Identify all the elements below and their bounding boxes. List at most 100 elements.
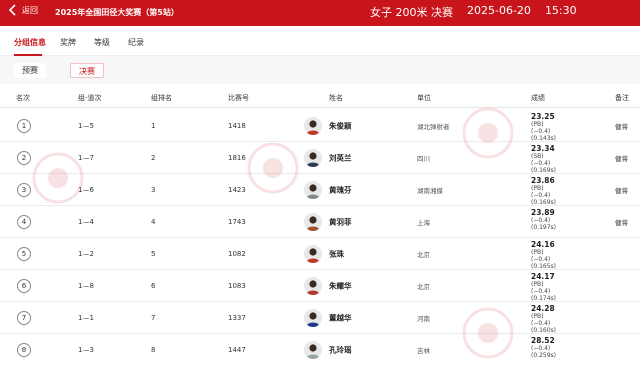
race-time: 15:30 xyxy=(544,4,577,17)
person-icon xyxy=(304,340,322,359)
tab-medals[interactable]: 奖牌 xyxy=(60,37,76,48)
tab-preliminary[interactable]: 预赛 xyxy=(14,63,46,78)
round-tabs: 预赛 决赛 xyxy=(0,56,640,84)
avatar[interactable] xyxy=(304,212,322,231)
avatar[interactable] xyxy=(304,148,322,167)
avatar[interactable] xyxy=(304,276,322,295)
heat-lane: 1—6 xyxy=(78,185,94,194)
remark: 健将 xyxy=(615,154,628,163)
result-time: 28.52 xyxy=(531,336,555,345)
result-block: 24.28 (PB) (−0.4) (0.160s) xyxy=(531,304,556,334)
rank-badge: 4 xyxy=(17,214,31,229)
athlete-unit: 上海 xyxy=(417,218,430,227)
athlete-unit: 湖南湘媒 xyxy=(417,186,443,195)
col-heat-lane: 组-道次 xyxy=(78,94,102,102)
tab-grades[interactable]: 等级 xyxy=(94,37,110,48)
col-rank: 名次 xyxy=(16,94,30,102)
bib-number: 1423 xyxy=(228,185,246,194)
back-button[interactable]: 返回 xyxy=(8,4,38,16)
bib-number: 1447 xyxy=(228,345,246,354)
result-time: 23.89 xyxy=(531,208,555,217)
table-row[interactable]: 3 1—6 3 1423 黄瑰芬 湖南湘媒 23.86 (PB) (−0.4) … xyxy=(0,174,640,206)
athlete-unit: 湖北弹射者 xyxy=(417,122,450,131)
result-block: 24.16 (PB) (−0.4) (0.165s) xyxy=(531,240,556,270)
table-row[interactable]: 1 1—5 1 1418 朱俊颖 湖北弹射者 23.25 (PB) (−0.4)… xyxy=(0,110,640,142)
col-remark: 备注 xyxy=(615,94,629,102)
table-row[interactable]: 7 1—1 7 1337 董越华 河南 24.28 (PB) (−0.4) (0… xyxy=(0,302,640,334)
athlete-name[interactable]: 孔玲瑶 xyxy=(329,344,352,355)
result-block: 23.34 (SB) (−0.4) (0.169s) xyxy=(531,144,556,174)
person-icon xyxy=(304,212,322,231)
result-time: 24.17 xyxy=(531,272,555,281)
result-time: 23.34 xyxy=(531,144,555,153)
result-tag: (PB) xyxy=(531,121,544,128)
result-time: 23.86 xyxy=(531,176,555,185)
rank-badge: 3 xyxy=(17,182,31,197)
person-icon xyxy=(304,308,322,327)
result-reaction: (0.259s) xyxy=(531,352,556,359)
avatar[interactable] xyxy=(304,180,322,199)
heat-rank: 2 xyxy=(151,153,156,162)
heat-rank: 8 xyxy=(151,345,156,354)
person-icon xyxy=(304,244,322,263)
avatar[interactable] xyxy=(304,116,322,135)
table-row[interactable]: 8 1—3 8 1447 孔玲瑶 吉林 28.52 (−0.4) (0.259s… xyxy=(0,334,640,365)
bib-number: 1083 xyxy=(228,281,246,290)
bib-number: 1743 xyxy=(228,217,246,226)
avatar[interactable] xyxy=(304,244,322,263)
col-name: 姓名 xyxy=(329,94,343,102)
col-heat-rank: 组排名 xyxy=(151,94,172,102)
tab-final[interactable]: 决赛 xyxy=(70,63,104,78)
tab-records[interactable]: 纪录 xyxy=(128,37,144,48)
result-tag: (PB) xyxy=(531,281,544,288)
result-reaction: (0.143s) xyxy=(531,135,556,142)
athlete-unit: 北京 xyxy=(417,250,430,259)
heat-lane: 1—5 xyxy=(78,121,94,130)
athlete-name[interactable]: 黄瑰芬 xyxy=(329,184,352,195)
avatar[interactable] xyxy=(304,308,322,327)
result-reaction: (0.160s) xyxy=(531,327,556,334)
remark: 健将 xyxy=(615,186,628,195)
bib-number: 1418 xyxy=(228,121,246,130)
heat-lane: 1—3 xyxy=(78,345,94,354)
table-header: 名次 组-道次 组排名 比赛号 姓名 单位 成绩 备注 xyxy=(0,86,640,108)
athlete-name[interactable]: 刘英兰 xyxy=(329,152,352,163)
heat-rank: 4 xyxy=(151,217,156,226)
event-title: 2025年全国田径大奖赛（第5站） xyxy=(55,8,179,17)
avatar[interactable] xyxy=(304,340,322,359)
rank-badge: 8 xyxy=(17,342,31,357)
bib-number: 1082 xyxy=(228,249,246,258)
athlete-name[interactable]: 黄羽菲 xyxy=(329,216,352,227)
result-reaction: (0.169s) xyxy=(531,167,556,174)
result-reaction: (0.174s) xyxy=(531,295,556,302)
person-icon xyxy=(304,180,322,199)
heat-lane: 1—4 xyxy=(78,217,94,226)
person-icon xyxy=(304,116,322,135)
result-wind: (−0.4) xyxy=(531,217,551,224)
heat-rank: 6 xyxy=(151,281,156,290)
result-tag: (PB) xyxy=(531,249,544,256)
table-row[interactable]: 2 1—7 2 1816 刘英兰 四川 23.34 (SB) (−0.4) (0… xyxy=(0,142,640,174)
col-unit: 单位 xyxy=(417,94,431,102)
table-row[interactable]: 6 1—8 6 1083 朱耀华 北京 24.17 (PB) (−0.4) (0… xyxy=(0,270,640,302)
col-result: 成绩 xyxy=(531,94,545,102)
result-reaction: (0.165s) xyxy=(531,263,556,270)
result-wind: (−0.4) xyxy=(531,256,551,263)
result-wind: (−0.4) xyxy=(531,160,551,167)
race-title: 女子 200米 决赛 xyxy=(370,6,453,19)
remark: 健将 xyxy=(615,218,628,227)
athlete-name[interactable]: 董越华 xyxy=(329,312,352,323)
athlete-name[interactable]: 张珠 xyxy=(329,248,344,259)
table-row[interactable]: 5 1—2 5 1082 张珠 北京 24.16 (PB) (−0.4) (0.… xyxy=(0,238,640,270)
remark: 健将 xyxy=(615,122,628,131)
result-block: 24.17 (PB) (−0.4) (0.174s) xyxy=(531,272,556,302)
table-row[interactable]: 4 1—4 4 1743 黄羽菲 上海 23.89 (−0.4) (0.197s… xyxy=(0,206,640,238)
back-label: 返回 xyxy=(22,5,38,15)
heat-lane: 1—8 xyxy=(78,281,94,290)
athlete-name[interactable]: 朱耀华 xyxy=(329,280,352,291)
tab-group-info[interactable]: 分组信息 xyxy=(14,37,46,48)
athlete-name[interactable]: 朱俊颖 xyxy=(329,120,352,131)
heat-lane: 1—1 xyxy=(78,313,94,322)
result-block: 28.52 (−0.4) (0.259s) xyxy=(531,336,556,359)
result-reaction: (0.169s) xyxy=(531,199,556,206)
